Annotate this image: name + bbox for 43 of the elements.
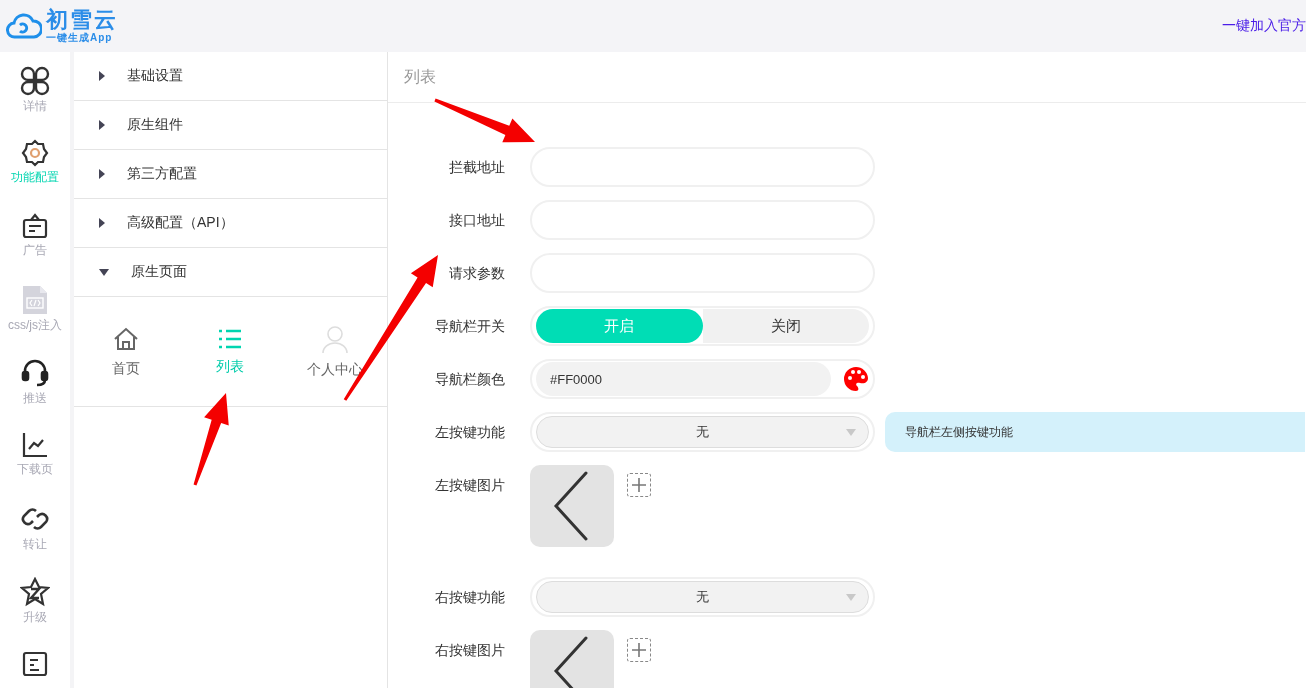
menu-item[interactable]: 第三方配置 [74,150,387,199]
gear-icon [21,139,49,167]
join-group-link[interactable]: 一键加入官方 [1222,17,1306,35]
add-image-button[interactable] [627,473,651,497]
tooltip: 导航栏左侧按键功能 [885,412,1305,452]
headset-icon [21,358,49,388]
menu-item[interactable]: 高级配置（API） [74,199,387,248]
logo-subtitle: 一键生成App [46,32,114,44]
clover-icon [20,66,50,96]
list-icon [218,327,243,350]
select-dropdown[interactable]: 无 [536,581,869,613]
field-label: 请求参数 [448,264,505,283]
menu-item[interactable]: 基础设置 [74,52,387,101]
page-tab[interactable]: 首页 [74,324,179,379]
toggle-option[interactable]: 关闭 [702,309,869,343]
code-file-icon [21,285,49,315]
field-label: 导航栏颜色 [434,370,505,389]
palette-icon[interactable] [843,366,869,392]
plus-icon [632,643,646,657]
caret-down-icon [846,594,856,601]
field-label: 左按键图片 [434,476,505,495]
field-label: 拦截地址 [448,158,505,177]
menu-item[interactable]: 原生组件 [74,101,387,150]
logo-title: 初雪云 [46,8,118,32]
star-icon [20,577,50,607]
field-label: 右按键图片 [434,641,505,660]
page-title: 列表 [388,52,1306,103]
add-image-button[interactable] [627,638,651,662]
field-label: 接口地址 [448,211,505,230]
color-field[interactable]: #FF0000 [536,362,831,396]
home-icon [113,325,140,352]
plus-icon [632,478,646,492]
briefcase-icon [21,212,49,240]
select-dropdown[interactable]: 无 [536,416,869,448]
cloud-logo-icon [6,13,42,39]
field-label: 左按键功能 [434,423,505,442]
chart-icon [21,431,49,459]
menu-item[interactable]: 原生页面 [74,248,387,297]
field-label: 导航栏开关 [434,317,505,336]
caret-down-icon [846,429,856,436]
field-label: 右按键功能 [434,588,505,607]
person-icon [320,324,349,353]
document-icon [21,650,49,678]
